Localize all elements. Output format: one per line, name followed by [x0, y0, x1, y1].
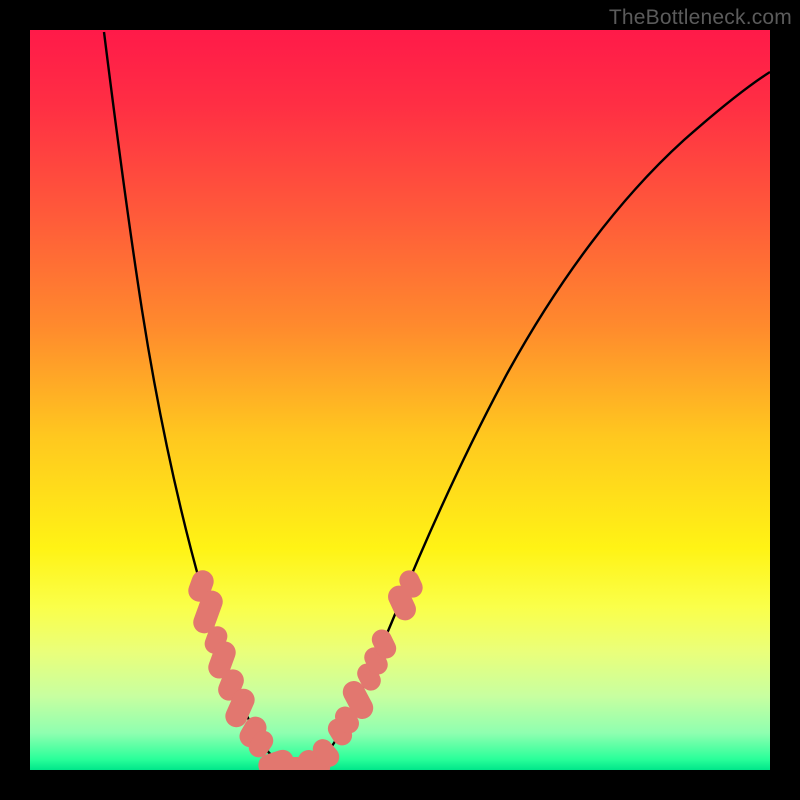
bottleneck-chart [30, 30, 770, 770]
plot-frame [30, 30, 770, 770]
gradient-background [30, 30, 770, 770]
watermark-text: TheBottleneck.com [609, 6, 792, 30]
